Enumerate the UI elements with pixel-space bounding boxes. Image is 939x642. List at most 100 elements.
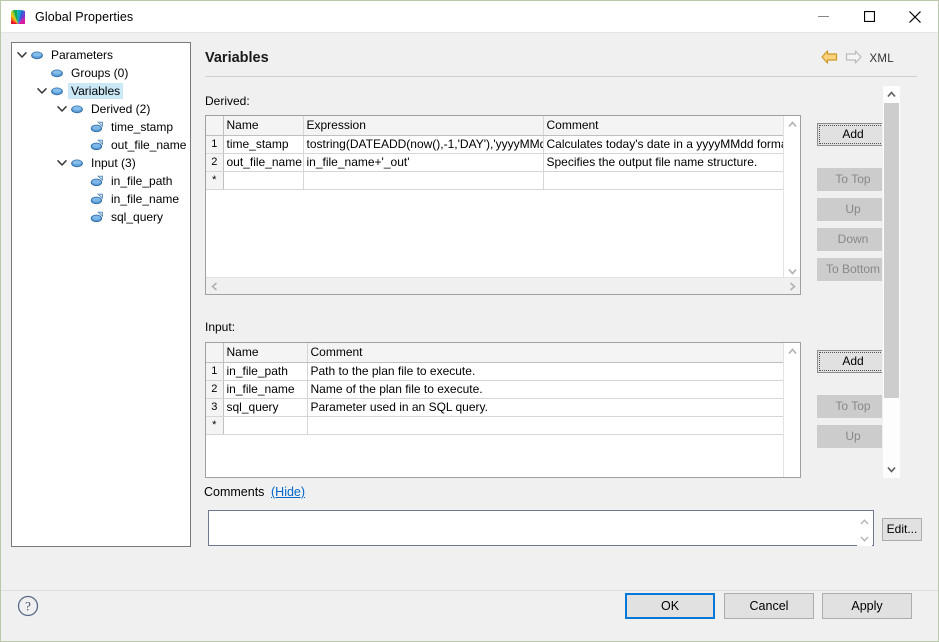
column-header-name[interactable]: Name [223, 116, 303, 135]
scroll-down-icon[interactable] [883, 461, 900, 478]
scroll-up-icon[interactable] [883, 86, 900, 103]
to-top-button[interactable]: To Top [817, 168, 889, 191]
add-button[interactable]: Add [817, 350, 889, 373]
help-icon[interactable]: ? [17, 595, 39, 617]
folder-node-icon [50, 84, 64, 98]
navigation-icons: XML [821, 50, 894, 67]
cell-comment[interactable]: Name of the plan file to execute. [307, 380, 784, 398]
row-number-header [206, 343, 223, 362]
tree-item-time-stamp[interactable]: time_stamp [12, 118, 190, 136]
chevron-down-icon[interactable] [54, 155, 70, 171]
chevron-left-icon[interactable] [206, 278, 222, 294]
new-cell-comment[interactable] [543, 171, 784, 189]
tree-item-variables[interactable]: Variables [12, 82, 190, 100]
tree-item-label: Input (3) [88, 155, 139, 171]
tree-item-sql-query[interactable]: sql_query [12, 208, 190, 226]
scrollbar-thumb[interactable] [884, 103, 899, 398]
prism-rainbow-icon [10, 9, 26, 25]
comments-input[interactable] [208, 510, 874, 546]
global-properties-dialog: Global Properties ParametersGroups (0)Va… [0, 0, 939, 642]
chevron-down-icon[interactable] [54, 101, 70, 117]
table-row[interactable]: 2out_file_namein_file_name+'_out'Specifi… [206, 153, 784, 171]
parameters-tree[interactable]: ParametersGroups (0)Variables Derived (2)… [11, 42, 191, 547]
table-header-row: NameExpressionComment [206, 116, 784, 135]
row-number-header [206, 116, 223, 135]
tree-item-label: time_stamp [108, 119, 176, 135]
table-row[interactable]: 3sql_queryParameter used in an SQL query… [206, 398, 784, 416]
derived-section-label: Derived: [205, 94, 250, 108]
comments-hide-link[interactable]: (Hide) [271, 485, 305, 499]
table-row[interactable]: 2in_file_nameName of the plan file to ex… [206, 380, 784, 398]
tree-item-label: Derived (2) [88, 101, 153, 117]
up-button[interactable]: Up [817, 198, 889, 221]
cell-expression[interactable]: tostring(DATEADD(now(),-1,'DAY'),'yyyyMM… [303, 135, 543, 153]
tree-item-label: Variables [68, 83, 123, 99]
tree-item-input-3[interactable]: Input (3) [12, 154, 190, 172]
maximize-icon[interactable] [846, 1, 892, 32]
cancel-button[interactable]: Cancel [724, 593, 814, 619]
table-row[interactable]: 1in_file_pathPath to the plan file to ex… [206, 362, 784, 380]
sections-scroll-area: Derived: NameExpressionComment 1time_sta… [201, 86, 919, 478]
add-button[interactable]: Add [817, 123, 889, 146]
folder-node-icon [50, 66, 64, 80]
to-bottom-button[interactable]: To Bottom [817, 258, 889, 281]
new-row[interactable]: * [206, 171, 784, 189]
window-title: Global Properties [35, 10, 133, 24]
forward-arrow-icon[interactable] [845, 50, 862, 67]
input-table[interactable]: NameComment 1in_file_pathPath to the pla… [205, 342, 801, 478]
variable-node-icon [90, 210, 104, 224]
column-header-expression[interactable]: Expression [303, 116, 543, 135]
cell-name[interactable]: in_file_path [223, 362, 307, 380]
apply-button[interactable]: Apply [822, 593, 912, 619]
comments-edit-button[interactable]: Edit... [882, 518, 922, 541]
column-header-name[interactable]: Name [223, 343, 307, 362]
main-vertical-scrollbar[interactable] [882, 86, 900, 478]
derived-table[interactable]: NameExpressionComment 1time_stamptostrin… [205, 115, 801, 295]
new-cell-name[interactable] [223, 171, 303, 189]
chevron-down-icon[interactable] [14, 47, 30, 63]
spinner-up-icon[interactable] [860, 514, 869, 528]
cell-comment[interactable]: Path to the plan file to execute. [307, 362, 784, 380]
tree-item-out-file-name[interactable]: out_file_name [12, 136, 190, 154]
column-header-comment[interactable]: Comment [543, 116, 784, 135]
chevron-up-icon[interactable] [784, 116, 800, 132]
row-number: 2 [206, 153, 223, 171]
ok-button[interactable]: OK [625, 593, 715, 619]
table-row[interactable]: 1time_stamptostring(DATEADD(now(),-1,'DA… [206, 135, 784, 153]
tree-item-derived-2[interactable]: Derived (2) [12, 100, 190, 118]
chevron-right-icon[interactable] [784, 278, 800, 294]
content-pane: Variables XML Derived: [201, 42, 901, 547]
chevron-down-icon[interactable] [34, 83, 50, 99]
cell-name[interactable]: time_stamp [223, 135, 303, 153]
new-row[interactable]: * [206, 416, 784, 434]
close-icon[interactable] [892, 1, 938, 32]
cell-name[interactable]: in_file_name [223, 380, 307, 398]
tree-item-in-file-path[interactable]: in_file_path [12, 172, 190, 190]
chevron-up-icon[interactable] [784, 343, 800, 359]
down-button[interactable]: Down [817, 228, 889, 251]
derived-table-vscrollbar[interactable] [783, 116, 800, 279]
new-cell-comment[interactable] [307, 416, 784, 434]
to-top-button[interactable]: To Top [817, 395, 889, 418]
derived-table-hscrollbar[interactable] [206, 277, 800, 294]
up-button[interactable]: Up [817, 425, 889, 448]
tree-item-label: out_file_name [108, 137, 189, 153]
cell-name[interactable]: sql_query [223, 398, 307, 416]
new-cell-name[interactable] [223, 416, 307, 434]
cell-comment[interactable]: Parameter used in an SQL query. [307, 398, 784, 416]
new-cell-expression[interactable] [303, 171, 543, 189]
cell-comment[interactable]: Specifies the output file name structure… [543, 153, 784, 171]
tree-item-groups-0[interactable]: Groups (0) [12, 64, 190, 82]
column-header-comment[interactable]: Comment [307, 343, 784, 362]
input-table-vscrollbar[interactable] [783, 343, 800, 477]
cell-name[interactable]: out_file_name [223, 153, 303, 171]
spinner-down-icon[interactable] [860, 531, 869, 545]
xml-link[interactable]: XML [869, 53, 894, 65]
tree-item-parameters[interactable]: Parameters [12, 46, 190, 64]
comments-spinner[interactable] [857, 512, 872, 546]
minimize-icon[interactable] [800, 1, 846, 32]
cell-expression[interactable]: in_file_name+'_out' [303, 153, 543, 171]
cell-comment[interactable]: Calculates today's date in a yyyyMMdd fo… [543, 135, 784, 153]
tree-item-in-file-name[interactable]: in_file_name [12, 190, 190, 208]
back-arrow-icon[interactable] [821, 50, 838, 67]
